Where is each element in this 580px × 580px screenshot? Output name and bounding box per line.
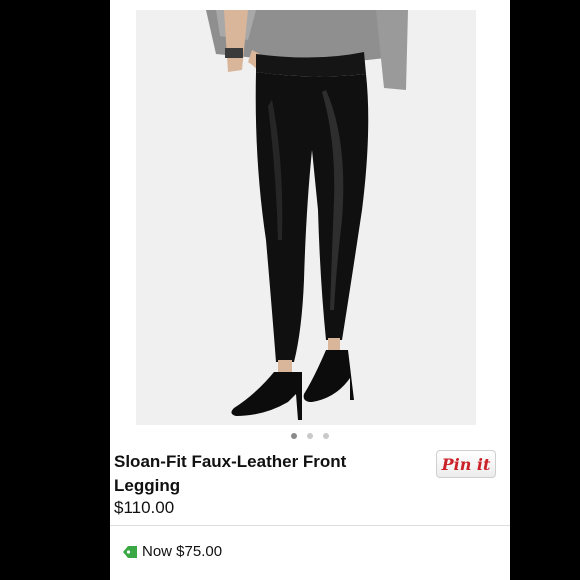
carousel-dot-2[interactable]	[307, 433, 313, 439]
carousel-dot-3[interactable]	[323, 433, 329, 439]
sale-price-row: Now $75.00	[122, 543, 222, 560]
legging-model-photo	[136, 10, 476, 425]
pin-it-button[interactable]: Pin it	[436, 450, 496, 478]
product-image[interactable]	[136, 10, 476, 425]
sale-price: Now $75.00	[142, 543, 223, 560]
divider	[110, 525, 510, 526]
product-screen: Sloan-Fit Faux-Leather Front Legging Pin…	[110, 0, 510, 580]
product-price: $110.00	[114, 498, 175, 517]
product-title: Sloan-Fit Faux-Leather Front Legging	[114, 452, 347, 495]
carousel-dots	[110, 433, 510, 439]
price-tag-icon	[122, 545, 138, 559]
carousel-dot-1[interactable]	[291, 433, 297, 439]
